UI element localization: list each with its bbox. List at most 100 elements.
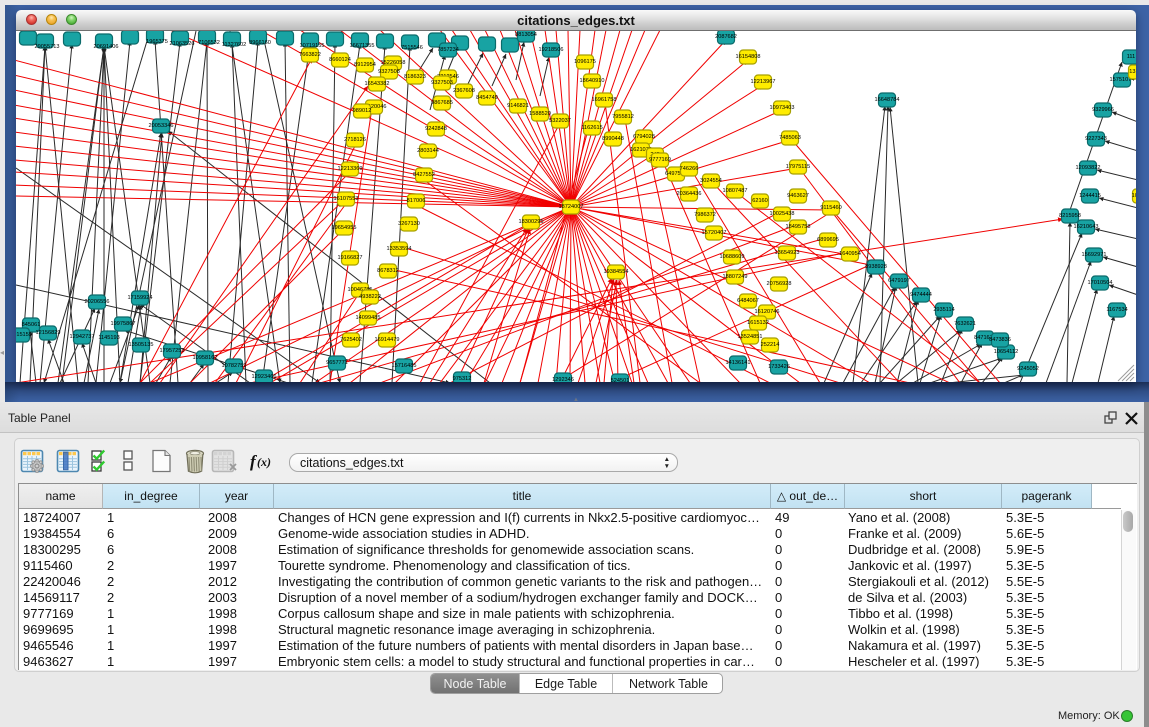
svg-text:7485063: 7485063 <box>779 135 801 141</box>
svg-text:111: 111 <box>1127 54 1136 60</box>
svg-text:13505135: 13505135 <box>129 342 154 348</box>
svg-text:10782759: 10782759 <box>222 363 247 369</box>
svg-text:8813054: 8813054 <box>515 32 537 38</box>
svg-text:8966160: 8966160 <box>249 40 271 46</box>
svg-text:13353594: 13353594 <box>387 246 412 252</box>
svg-text:10654112: 10654112 <box>994 349 1018 355</box>
svg-text:5322037: 5322037 <box>549 118 571 124</box>
svg-text:11327602: 11327602 <box>222 42 246 48</box>
svg-text:524501: 524501 <box>611 378 630 382</box>
svg-text:16120746: 16120746 <box>755 309 780 315</box>
svg-text:13524851: 13524851 <box>738 334 763 340</box>
svg-text:21063526: 21063526 <box>170 41 195 47</box>
svg-text:8990448: 8990448 <box>602 136 624 142</box>
svg-text:6479197: 6479197 <box>888 278 910 284</box>
svg-text:16648784: 16648784 <box>875 97 900 103</box>
svg-text:6484067: 6484067 <box>737 298 759 304</box>
svg-text:16671355: 16671355 <box>350 43 375 49</box>
svg-text:108074: 108074 <box>1132 193 1136 199</box>
svg-text:1588520: 1588520 <box>529 111 551 117</box>
svg-text:845061: 845061 <box>22 322 41 328</box>
svg-text:16543382: 16543382 <box>365 81 390 87</box>
svg-text:8186323: 8186323 <box>404 74 426 80</box>
svg-text:9777169: 9777169 <box>649 157 671 163</box>
svg-text:3024554: 3024554 <box>700 178 722 184</box>
svg-text:18300295: 18300295 <box>519 219 544 225</box>
svg-text:19654955: 19654955 <box>332 225 357 231</box>
svg-text:17957253: 17957253 <box>160 348 185 354</box>
svg-text:12213369: 12213369 <box>338 166 363 172</box>
svg-text:12923466: 12923466 <box>252 374 277 380</box>
svg-text:19218506: 19218506 <box>539 47 564 53</box>
svg-text:2935114: 2935114 <box>933 307 954 313</box>
svg-text:18807249: 18807249 <box>723 274 748 280</box>
svg-text:10807487: 10807487 <box>723 188 748 194</box>
svg-text:1162615: 1162615 <box>581 125 602 131</box>
svg-text:9657771: 9657771 <box>326 360 348 366</box>
svg-text:817006: 817006 <box>407 198 426 204</box>
svg-text:3267130: 3267130 <box>398 221 420 227</box>
svg-text:10958167: 10958167 <box>193 355 218 361</box>
svg-text:14099485: 14099485 <box>356 315 381 321</box>
svg-text:10973403: 10973403 <box>770 105 795 111</box>
svg-text:17975115: 17975115 <box>786 164 810 170</box>
svg-text:252214: 252214 <box>761 342 780 348</box>
svg-text:9146821: 9146821 <box>507 103 529 109</box>
svg-text:18495758: 18495758 <box>786 224 811 230</box>
svg-text:7632621: 7632621 <box>954 321 976 327</box>
svg-text:10025438: 10025438 <box>770 211 795 217</box>
svg-text:4938222: 4938222 <box>359 294 381 300</box>
svg-text:8473836: 8473836 <box>989 337 1011 343</box>
svg-text:9227343: 9227343 <box>1085 136 1107 142</box>
svg-text:7955812: 7955812 <box>612 114 634 120</box>
svg-text:1145193: 1145193 <box>98 335 119 341</box>
svg-text:20364436: 20364436 <box>677 191 702 197</box>
svg-text:9867685: 9867685 <box>431 100 453 106</box>
svg-text:17159924: 17159924 <box>128 295 153 301</box>
svg-text:3915159: 3915159 <box>16 332 32 338</box>
svg-text:7625402: 7625402 <box>340 337 362 343</box>
svg-text:1167534: 1167534 <box>1106 307 1127 313</box>
svg-text:15716485: 15716485 <box>392 363 417 369</box>
svg-text:9474444: 9474444 <box>910 292 932 298</box>
svg-text:12093822: 12093822 <box>1076 165 1101 171</box>
svg-text:1096175: 1096175 <box>574 59 596 65</box>
svg-text:29055713: 29055713 <box>35 44 60 50</box>
svg-text:19975867: 19975867 <box>111 321 136 327</box>
svg-text:16914479: 16914479 <box>375 337 400 343</box>
svg-text:16210643: 16210643 <box>1074 224 1099 230</box>
svg-text:1615132: 1615132 <box>747 320 769 326</box>
svg-text:7515546: 7515546 <box>401 45 423 51</box>
svg-text:7986372: 7986372 <box>694 212 716 218</box>
svg-text:6794028: 6794028 <box>633 134 655 140</box>
svg-text:2087682: 2087682 <box>715 34 737 40</box>
svg-text:9115460: 9115460 <box>820 205 841 211</box>
svg-text:12156829: 12156829 <box>36 330 61 336</box>
svg-text:8215958: 8215958 <box>1059 213 1081 219</box>
svg-text:975312: 975312 <box>453 376 472 382</box>
svg-text:20756928: 20756928 <box>767 281 792 287</box>
svg-text:18640910: 18640910 <box>580 78 605 84</box>
svg-text:13654923: 13654923 <box>775 250 800 256</box>
svg-text:16107553: 16107553 <box>334 196 359 202</box>
svg-text:13125: 13125 <box>1129 69 1136 75</box>
svg-text:19384554: 19384554 <box>604 269 629 275</box>
svg-text:8912954: 8912954 <box>354 62 376 68</box>
svg-text:8938928: 8938928 <box>865 264 887 270</box>
svg-text:8660124: 8660124 <box>329 57 351 63</box>
svg-text:8678312: 8678312 <box>377 268 399 274</box>
svg-text:20206556: 20206556 <box>85 299 110 305</box>
svg-text:16961758: 16961758 <box>592 97 617 103</box>
svg-text:9463627: 9463627 <box>787 193 809 199</box>
svg-text:2803144: 2803144 <box>417 148 439 154</box>
svg-text:15720407: 15720407 <box>702 230 727 236</box>
svg-text:9327503: 9327503 <box>431 80 453 86</box>
svg-text:2718126: 2718126 <box>344 137 366 143</box>
svg-text:6899695: 6899695 <box>817 237 839 243</box>
svg-text:7663822: 7663822 <box>299 52 321 58</box>
svg-text:62160: 62160 <box>752 198 768 204</box>
svg-text:12942737: 12942737 <box>70 334 95 340</box>
svg-text:1244415: 1244415 <box>1079 193 1101 199</box>
svg-text:15692971: 15692971 <box>1082 252 1107 258</box>
svg-text:989012: 989012 <box>353 108 372 114</box>
